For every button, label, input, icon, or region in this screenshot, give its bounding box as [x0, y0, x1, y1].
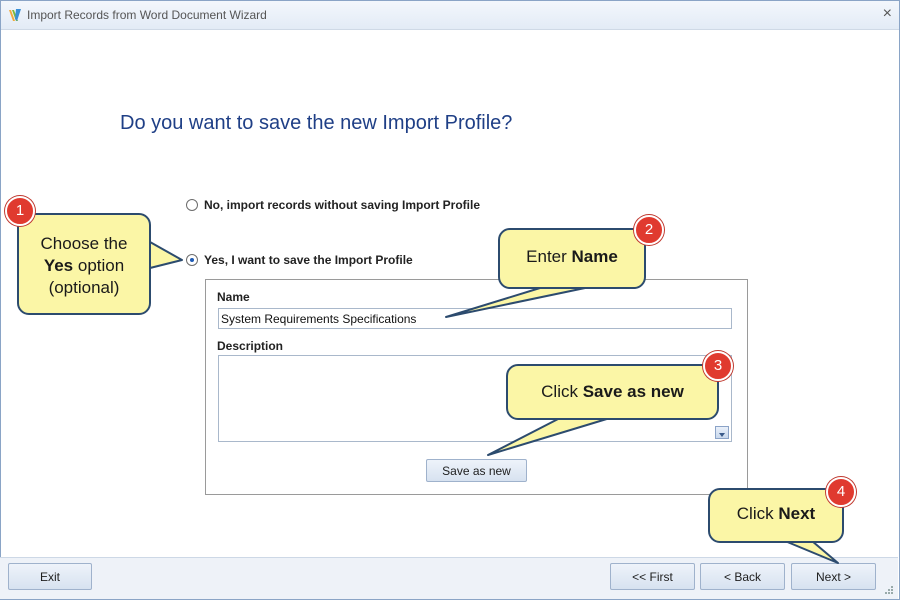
step-badge-4: 4	[826, 477, 856, 507]
step-badge-3: 3	[703, 351, 733, 381]
callout-2-prefix: Enter	[526, 247, 567, 266]
callout-4-bold: Next	[778, 504, 816, 523]
callout-2-bold: Name	[571, 247, 618, 266]
callout-save-as-new: Click Save as new	[506, 364, 719, 420]
callout-choose-yes: Choose the Yes option (optional)	[17, 213, 151, 315]
callout-1-bold: Yes	[43, 256, 74, 275]
callout-3-prefix: Click	[541, 382, 578, 401]
callout-1-line-2: Yes option	[19, 255, 149, 277]
callout-1-after-bold: option	[77, 256, 125, 275]
callout-enter-name: Enter Name	[498, 228, 646, 289]
callout-3-bold: Save as new	[582, 382, 684, 401]
step-badge-2: 2	[634, 215, 664, 245]
callout-next: Click Next	[708, 488, 844, 543]
callout-1-line-1: Choose the	[40, 234, 128, 253]
callout-1-line-3: (optional)	[48, 278, 120, 297]
callout-4-prefix: Click	[736, 504, 774, 523]
step-badge-1: 1	[5, 196, 35, 226]
